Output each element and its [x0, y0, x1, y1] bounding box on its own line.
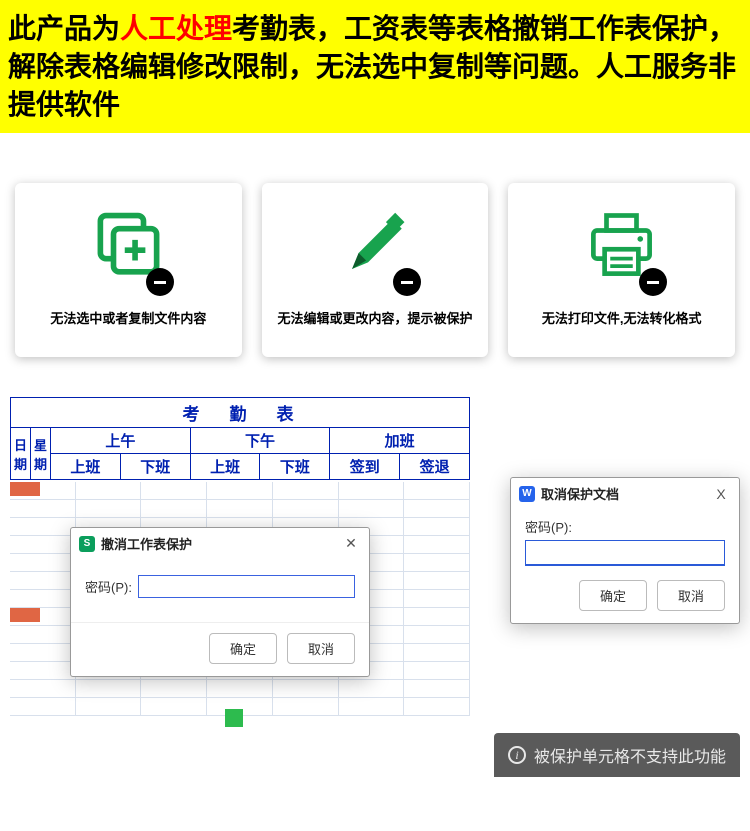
cancel-button[interactable]: 取消 [657, 580, 725, 611]
banner-text: 此产品为人工处理考勤表，工资表等表格撤销工作表保护，解除表格编辑修改限制，无法选… [8, 10, 742, 123]
dialog-titlebar: W 取消保护文档 X [511, 478, 739, 509]
unprotect-sheet-dialog: S 撤消工作表保护 ✕ 密码(P): 确定 取消 [70, 527, 370, 677]
subcol: 上班 [51, 454, 121, 480]
group-pm: 下午 [190, 428, 330, 454]
attendance-table: 考勤表 日期 星期 上午 下午 加班 上班 下班 上班 下班 签到 签退 [10, 397, 470, 480]
card-label: 无法选中或者复制文件内容 [25, 308, 232, 327]
col-date: 日期 [11, 428, 31, 480]
card-cannot-edit: 无法编辑或更改内容，提示被保护 [262, 183, 489, 357]
dialog-title-text: 撤消工作表保护 [101, 534, 335, 553]
subcol: 签到 [330, 454, 400, 480]
subcol: 上班 [190, 454, 260, 480]
ok-button[interactable]: 确定 [579, 580, 647, 611]
toast-text: 被保护单元格不支持此功能 [534, 743, 726, 767]
card-icon-wrap [338, 208, 413, 288]
close-icon[interactable]: X [711, 486, 731, 502]
dialog-title-text: 取消保护文档 [541, 484, 705, 503]
card-label: 无法打印文件,无法转化格式 [518, 308, 725, 327]
cancel-button[interactable]: 取消 [287, 633, 355, 664]
card-icon-wrap [91, 208, 166, 288]
unprotect-doc-dialog: W 取消保护文档 X 密码(P): 确定 取消 [510, 477, 740, 624]
dialog-titlebar: S 撤消工作表保护 ✕ [71, 528, 369, 559]
banner-highlight: 人工处理 [120, 13, 232, 44]
subcol: 下班 [260, 454, 330, 480]
spreadsheet-area: 考勤表 日期 星期 上午 下午 加班 上班 下班 上班 下班 签到 签退 [0, 397, 750, 777]
minus-badge-icon [146, 268, 174, 296]
group-am: 上午 [51, 428, 191, 454]
subcol: 签退 [400, 454, 470, 480]
col-weekday: 星期 [31, 428, 51, 480]
feature-cards: 无法选中或者复制文件内容 无法编辑或更改内容，提示被保护 无法打印文件 [0, 133, 750, 397]
table-title: 考勤表 [11, 398, 470, 428]
subcol: 下班 [120, 454, 190, 480]
close-icon[interactable]: ✕ [341, 535, 361, 552]
card-cannot-copy: 无法选中或者复制文件内容 [15, 183, 242, 357]
minus-badge-icon [393, 268, 421, 296]
fill-handle-icon [225, 709, 243, 727]
password-label: 密码(P): [525, 517, 725, 536]
group-ot: 加班 [330, 428, 470, 454]
card-icon-wrap [584, 208, 659, 288]
info-icon: i [508, 746, 526, 764]
card-label: 无法编辑或更改内容，提示被保护 [272, 308, 479, 327]
word-app-icon: W [519, 486, 535, 502]
card-cannot-print: 无法打印文件,无法转化格式 [508, 183, 735, 357]
ok-button[interactable]: 确定 [209, 633, 277, 664]
password-input[interactable] [138, 575, 355, 598]
banner-prefix: 此产品为 [8, 13, 120, 44]
password-label: 密码(P): [85, 577, 132, 596]
minus-badge-icon [639, 268, 667, 296]
promo-banner: 此产品为人工处理考勤表，工资表等表格撤销工作表保护，解除表格编辑修改限制，无法选… [0, 0, 750, 133]
sheets-app-icon: S [79, 536, 95, 552]
protection-toast: i 被保护单元格不支持此功能 [494, 733, 740, 777]
password-input[interactable] [525, 540, 725, 566]
